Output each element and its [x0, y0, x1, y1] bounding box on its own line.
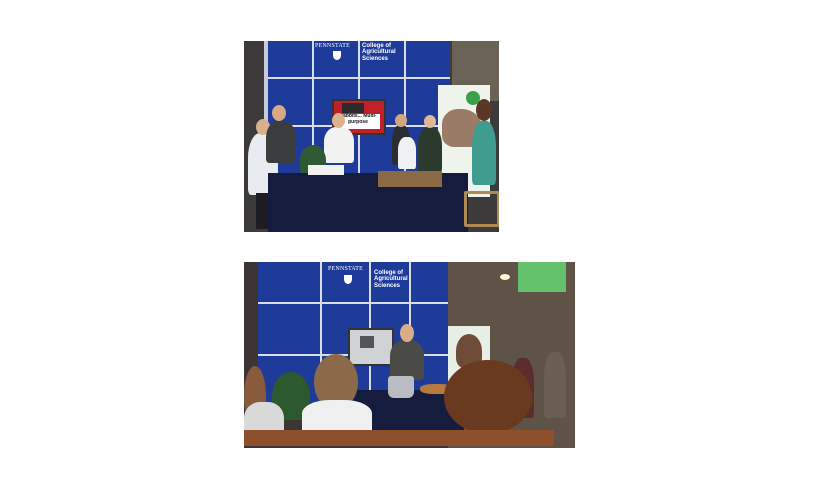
person-crowd [544, 352, 566, 418]
person-child [398, 137, 416, 169]
audience-curly-hair [444, 360, 532, 434]
college-heading: College of Agricultural Sciences [374, 270, 408, 289]
person-head [400, 324, 414, 342]
tv-image [360, 336, 374, 348]
person-teal [472, 121, 496, 185]
person-head [332, 113, 345, 128]
penn-state-logo-text: PENNSTATE [315, 43, 350, 49]
penn-state-shield-icon [333, 51, 341, 60]
panel-line [264, 77, 450, 79]
ceiling-light [500, 274, 510, 280]
stool [464, 191, 499, 227]
person-head [395, 114, 407, 127]
photo-audience-presentation: PENNSTATE College of Agricultural Scienc… [244, 262, 575, 448]
cooking-pot [388, 376, 414, 398]
person-head [476, 99, 492, 121]
panel-line [258, 302, 448, 304]
wooden-bench [244, 430, 554, 446]
person-dark-shirt [266, 121, 296, 163]
college-heading: College of Agricultural Sciences [362, 43, 396, 62]
person-head [272, 105, 286, 121]
green-sign [518, 262, 566, 292]
penn-state-shield-icon [344, 275, 352, 284]
person-legs [256, 193, 268, 229]
person-presenter [390, 340, 424, 380]
tv-screen [348, 328, 394, 366]
audience-member [302, 400, 372, 434]
person-head [424, 115, 436, 128]
person-apron [418, 127, 442, 173]
wooden-crate [378, 171, 442, 187]
tv-image [342, 103, 364, 113]
person-presenter [324, 127, 354, 163]
table-items [308, 165, 344, 175]
photo-4h-presentation: PENNSTATE College of Agricultural Scienc… [244, 41, 499, 232]
penn-state-logo-text: PENNSTATE [328, 266, 363, 272]
